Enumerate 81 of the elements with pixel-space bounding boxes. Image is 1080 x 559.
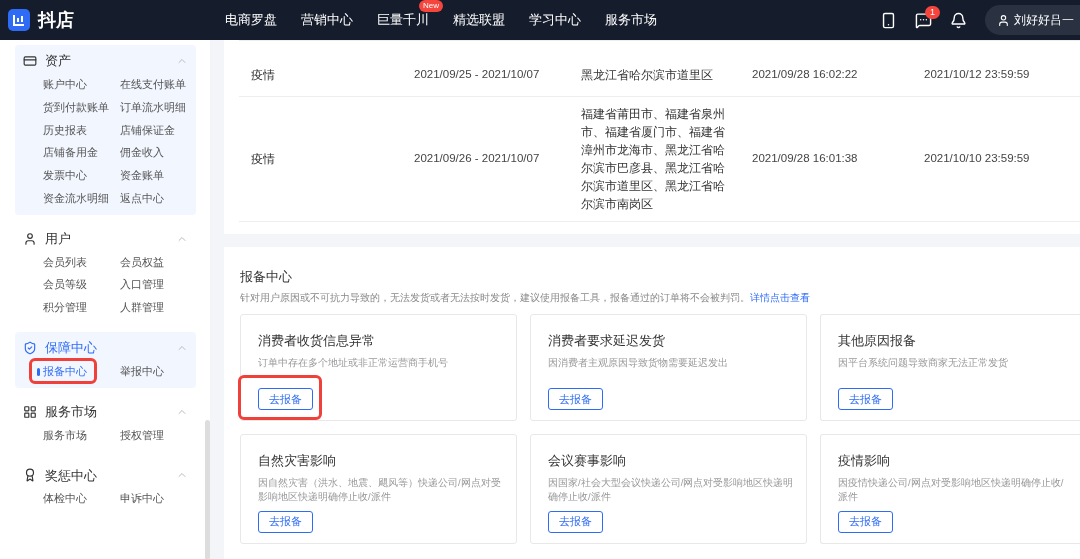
sidebar-item[interactable]: 人群管理: [119, 300, 196, 316]
card-title: 消费者要求延迟发货: [548, 332, 666, 350]
grid-icon: [23, 404, 37, 419]
sidebar-item[interactable]: 积分管理: [43, 300, 120, 316]
award-icon: [23, 468, 37, 483]
table-cell-text: 2021/09/26 - 2021/10/07: [414, 151, 541, 167]
card-description: 因平台系统问题导致商家无法正常发货: [838, 355, 1009, 370]
card-description: 因国家/社会大型会议快递公司/网点对受影响地区快递明确停止收/派件: [548, 476, 795, 505]
card-description: 因自然灾害（洪水、地震、飓风等）快递公司/网点对受影响地区快递明确停止收/派件: [258, 476, 502, 505]
sidebar-item[interactable]: 历史报表: [43, 122, 120, 139]
sidebar-item[interactable]: 店铺备用金: [43, 145, 120, 161]
sidebar-item[interactable]: 返点中心: [119, 190, 196, 207]
message-count-badge: 1: [925, 5, 940, 19]
message-icon[interactable]: [915, 11, 932, 29]
sidebar-item[interactable]: 报备中心: [37, 363, 120, 380]
notification-icon[interactable]: [950, 11, 967, 29]
nav-link[interactable]: 巨量千川: [377, 12, 429, 28]
sidebar-item[interactable]: 体检中心: [43, 491, 120, 507]
section-description: 针对用户原因或不可抗力导致的，无法发货或者无法按时发货，建议使用报备工具，报备通过的订单将不会被判罚。详情点击查看: [240, 290, 811, 305]
logo-text: 抖店: [38, 8, 74, 32]
wallet-icon: [23, 54, 37, 68]
sidebar-item[interactable]: 授权管理: [119, 427, 196, 444]
table-cell-text: 疫情: [250, 151, 276, 168]
group-title[interactable]: 用户: [45, 228, 71, 249]
card-description: 因疫情快递公司/网点对受影响地区快递明确停止收/派件: [838, 476, 1065, 505]
table-cell-text: 疫情: [250, 67, 276, 84]
sidebar-item[interactable]: 会员权益: [119, 254, 196, 271]
sidebar-item[interactable]: 店铺保证金: [119, 122, 196, 139]
card-title: 消费者收货信息异常: [258, 332, 376, 350]
sidebar-item[interactable]: 服务市场: [43, 427, 120, 444]
nav-link[interactable]: 学习中心: [529, 12, 581, 28]
card-title: 其他原因报备: [838, 332, 917, 350]
sidebar-item[interactable]: 会员等级: [43, 277, 120, 293]
card-description: 因消费者主观原因导致货物需要延迟发出: [548, 355, 729, 370]
report-button[interactable]: 去报备: [258, 388, 313, 411]
shield-icon: [23, 340, 37, 355]
nav-link[interactable]: 精选联盟: [453, 12, 505, 28]
sidebar-item[interactable]: 发票中心: [43, 168, 120, 184]
report-button[interactable]: 去报备: [838, 388, 893, 411]
group-title[interactable]: 服务市场: [45, 401, 97, 422]
phone-icon[interactable]: [880, 11, 897, 29]
report-button[interactable]: 去报备: [548, 388, 603, 411]
card-description: 订单中存在多个地址或非正常运营商手机号: [258, 355, 449, 370]
sidebar-item[interactable]: 在线支付账单: [119, 77, 196, 93]
selected-marker: [37, 367, 40, 376]
user-icon: [997, 13, 1010, 27]
table-cell-text: 2021/10/10 23:59:59: [924, 151, 1030, 167]
group-title[interactable]: 保障中心: [45, 338, 97, 358]
new-badge: New: [419, 0, 443, 13]
nav-link[interactable]: 服务市场: [605, 12, 657, 28]
report-button[interactable]: 去报备: [548, 511, 603, 533]
table-cell-text: 福建省莆田市、福建省泉州市、福建省厦门市、福建省漳州市龙海市、黑龙江省哈尔滨市巴彦县、黑龙江省哈尔滨市道里区、黑龙江省哈尔滨市南岗区: [581, 106, 726, 213]
sidebar-item[interactable]: 申诉中心: [119, 491, 196, 507]
card-title: 自然灾害影响: [258, 453, 337, 471]
user-icon: [23, 231, 37, 246]
report-button[interactable]: 去报备: [258, 511, 313, 533]
sidebar-item[interactable]: 佣金收入: [119, 145, 196, 161]
card-title: 会议赛事影响: [548, 453, 627, 471]
card-title: 疫情影响: [838, 453, 891, 471]
user-menu[interactable]: 刘好好吕一: [985, 5, 1080, 35]
section-title: 报备中心: [240, 268, 293, 286]
table-cell-text: 2021/09/28 16:02:22: [752, 67, 859, 83]
sidebar-item[interactable]: 账户中心: [43, 77, 120, 93]
sidebar-item[interactable]: 货到付款账单: [43, 99, 120, 116]
group-title[interactable]: 资产: [45, 51, 71, 71]
details-link[interactable]: 详情点击查看: [750, 291, 810, 303]
nav-link[interactable]: 营销中心: [301, 12, 353, 28]
sidebar-item[interactable]: 资金账单: [119, 168, 196, 184]
table-cell-text: 2021/10/12 23:59:59: [924, 67, 1030, 83]
sidebar-item[interactable]: 举报中心: [119, 363, 196, 380]
sidebar-item[interactable]: 订单流水明细: [119, 99, 196, 116]
sidebar-item[interactable]: 资金流水明细: [43, 190, 120, 207]
group-title[interactable]: 奖惩中心: [45, 465, 97, 485]
logo-icon: [8, 9, 30, 31]
sidebar-item[interactable]: 入口管理: [119, 277, 196, 293]
sidebar-item[interactable]: 会员列表: [43, 254, 120, 271]
table-cell-text: 黑龙江省哈尔滨市道里区: [581, 67, 714, 84]
table-cell-text: 2021/09/25 - 2021/10/07: [414, 67, 541, 83]
table-cell-text: 2021/09/28 16:01:38: [752, 151, 859, 167]
nav-link[interactable]: 电商罗盘: [225, 12, 277, 28]
report-button[interactable]: 去报备: [838, 511, 893, 533]
